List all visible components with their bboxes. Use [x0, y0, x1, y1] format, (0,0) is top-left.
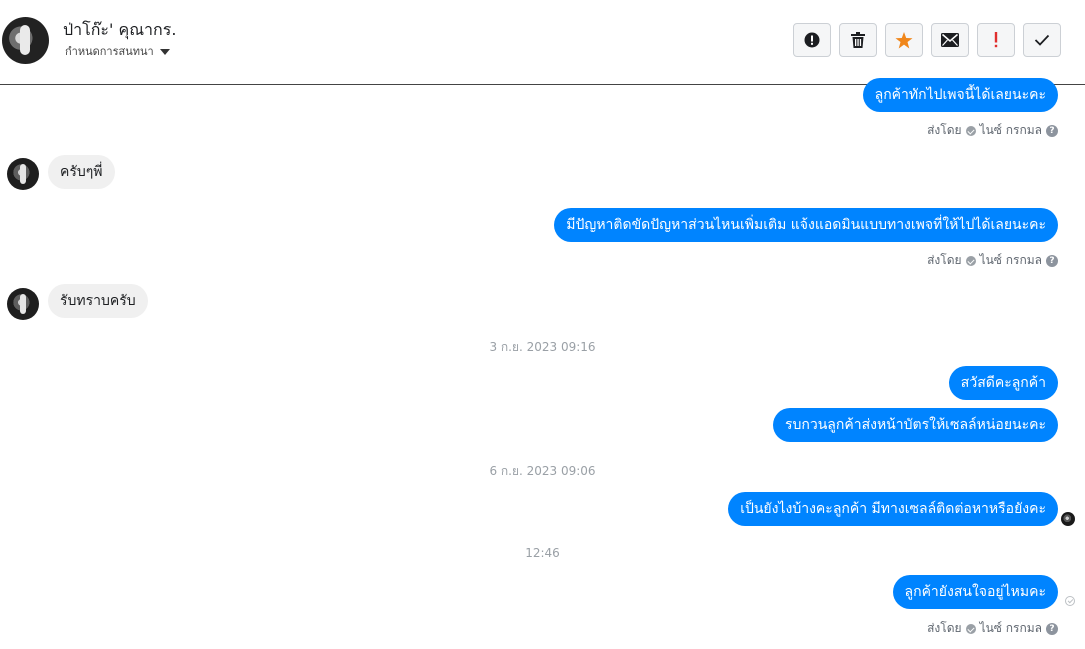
- incoming-message[interactable]: รับทราบครับ: [48, 284, 148, 318]
- page-badge-icon: [965, 125, 976, 136]
- sent-by-line: ส่งโดย ไนซ์ กรกมล ?: [927, 619, 1058, 638]
- assign-label: กำหนดการสนทนา: [65, 45, 154, 58]
- help-icon[interactable]: ?: [1046, 254, 1058, 267]
- help-icon[interactable]: ?: [1046, 622, 1058, 635]
- caret-down-icon: [159, 49, 170, 55]
- seen-by-avatar: [1061, 512, 1075, 526]
- outgoing-message[interactable]: มีปัญหาติดขัดปัญหาส่วนไหนเพิ่มเติม แจ้งแ…: [554, 208, 1058, 242]
- outgoing-message[interactable]: เป็นยังไงบ้างคะลูกค้า มีทางเซลล์ติดต่อหา…: [728, 492, 1058, 526]
- trash-icon: [851, 32, 865, 48]
- page-badge-icon: [965, 255, 976, 266]
- sent-by-label: ส่งโดย: [927, 253, 962, 267]
- exclamation-circle-icon: [804, 32, 820, 48]
- conversation-toolbar: [793, 23, 1061, 57]
- time-separator: 12:46: [525, 546, 560, 560]
- sender-name[interactable]: ไนซ์ กรกมล: [980, 121, 1042, 140]
- done-button[interactable]: [1023, 23, 1061, 57]
- sent-by-label: ส่งโดย: [927, 123, 962, 137]
- page-badge-icon: [965, 623, 976, 634]
- assign-conversation-dropdown[interactable]: กำหนดการสนทนา: [65, 42, 170, 60]
- delete-button[interactable]: [839, 23, 877, 57]
- star-button[interactable]: [885, 23, 923, 57]
- date-separator: 6 ก.ย. 2023 09:06: [489, 464, 596, 478]
- incoming-message[interactable]: ครับๆพี่: [48, 155, 115, 189]
- outgoing-message[interactable]: รบกวนลูกค้าส่งหน้าบัตรให้เซลล์หน่อยนะคะ: [772, 408, 1058, 442]
- envelope-icon: [941, 33, 959, 47]
- star-icon: [895, 31, 913, 48]
- exclamation-icon: [994, 32, 998, 48]
- sender-name[interactable]: ไนซ์ กรกมล: [980, 251, 1042, 270]
- message-thread[interactable]: ลูกค้าทักไปเพจนี้ได้เลยนะคะ ส่งโดย ไนซ์ …: [0, 78, 1085, 649]
- contact-avatar[interactable]: [2, 17, 49, 64]
- sent-by-line: ส่งโดย ไนซ์ กรกมล ?: [927, 121, 1058, 140]
- outgoing-message[interactable]: ลูกค้าทักไปเพจนี้ได้เลยนะคะ: [862, 78, 1058, 112]
- sent-by-label: ส่งโดย: [927, 621, 962, 635]
- outgoing-message[interactable]: สวัสดีคะลูกค้า: [948, 366, 1058, 400]
- sent-status-icon: [1065, 596, 1075, 606]
- important-button[interactable]: [977, 23, 1015, 57]
- contact-avatar-small: [7, 158, 39, 190]
- mail-button[interactable]: [931, 23, 969, 57]
- conversation-header: ป่าโก๊ะ' คุณากร. กำหนดการสนทนา: [0, 0, 1085, 85]
- date-separator: 3 ก.ย. 2023 09:16: [489, 340, 596, 354]
- sent-by-line: ส่งโดย ไนซ์ กรกมล ?: [927, 251, 1058, 270]
- contact-name[interactable]: ป่าโก๊ะ' คุณากร.: [63, 18, 176, 43]
- contact-avatar-small: [7, 288, 39, 320]
- outgoing-message[interactable]: ลูกค้ายังสนใจอยู่ไหมคะ: [892, 575, 1058, 609]
- alert-button[interactable]: [793, 23, 831, 57]
- help-icon[interactable]: ?: [1046, 124, 1058, 137]
- sender-name[interactable]: ไนซ์ กรกมล: [980, 619, 1042, 638]
- check-icon: [1034, 34, 1050, 46]
